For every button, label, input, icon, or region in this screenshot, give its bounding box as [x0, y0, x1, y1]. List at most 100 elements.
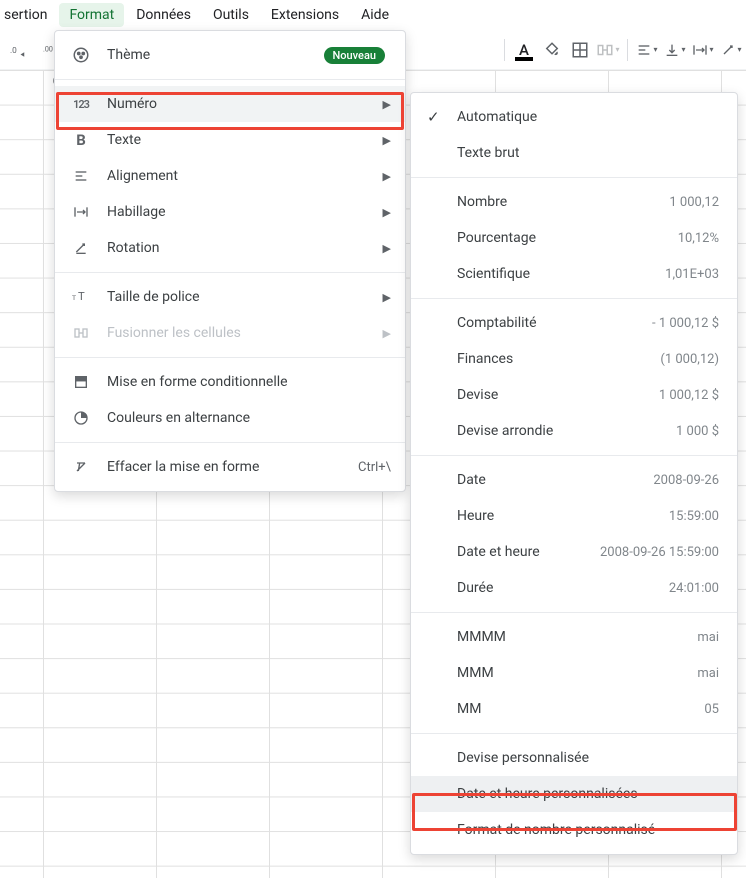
num-item-nombre[interactable]: Nombre 1 000,12: [411, 184, 737, 220]
menu-item-alternating-colors[interactable]: Couleurs en alternance: [55, 400, 405, 436]
menu-item-label: Habillage: [107, 204, 383, 220]
num-item-date[interactable]: Date 2008-09-26: [411, 462, 737, 498]
clear-format-icon: [71, 457, 91, 477]
menu-item-label: Effacer la mise en forme: [107, 459, 358, 475]
bold-icon: B: [71, 130, 91, 150]
menu-separator: [55, 357, 405, 358]
num-item-mmm[interactable]: MMM mai: [411, 655, 737, 691]
menu-item-label: Devise arrondie: [457, 423, 676, 439]
menu-item-numero[interactable]: 123 Numéro ▶: [55, 86, 405, 122]
num-item-date-heure[interactable]: Date et heure 2008-09-26 15:59:00: [411, 534, 737, 570]
menubar: sertion Format Données Outils Extensions…: [0, 0, 746, 30]
menu-item-conditional-format[interactable]: Mise en forme conditionnelle: [55, 364, 405, 400]
menu-outils[interactable]: Outils: [203, 3, 259, 27]
menu-item-label: Texte: [107, 132, 383, 148]
menu-separator: [55, 442, 405, 443]
menu-item-label: Fusionner les cellules: [107, 325, 383, 341]
theme-icon: [71, 45, 91, 65]
num-item-automatique[interactable]: ✓ Automatique: [411, 99, 737, 135]
menu-separator: [411, 455, 737, 456]
num-item-devise-arrondie[interactable]: Devise arrondie 1 000 $: [411, 413, 737, 449]
menu-item-habillage[interactable]: Habillage ▶: [55, 194, 405, 230]
menu-item-label: Scientifique: [457, 266, 665, 282]
num-item-comptabilite[interactable]: Comptabilité - 1 000,12 $: [411, 305, 737, 341]
format-example: 2008-09-26: [653, 473, 719, 488]
num-item-devise-perso[interactable]: Devise personnalisée: [411, 740, 737, 776]
format-example: 15:59:00: [669, 509, 719, 524]
menu-donnees[interactable]: Données: [126, 3, 201, 27]
text-color-button[interactable]: A: [511, 37, 537, 63]
svg-text:.0: .0: [10, 46, 17, 56]
alternating-colors-icon: [71, 408, 91, 428]
chevron-right-icon: ▶: [383, 327, 391, 340]
menu-item-label: Thème: [107, 47, 324, 63]
text-rotation-button[interactable]: ▾: [718, 37, 744, 63]
svg-text:.00: .00: [43, 44, 53, 53]
format-example: 10,12%: [678, 231, 719, 246]
menu-item-label: Date et heure: [457, 544, 600, 560]
num-item-finances[interactable]: Finances (1 000,12): [411, 341, 737, 377]
fill-color-button[interactable]: [539, 37, 565, 63]
menu-item-label: MMMM: [457, 629, 697, 645]
menu-item-taille-police[interactable]: TT Taille de police ▶: [55, 279, 405, 315]
menu-format[interactable]: Format: [59, 3, 124, 27]
menu-item-fusionner: Fusionner les cellules ▶: [55, 315, 405, 351]
number-format-submenu: ✓ Automatique Texte brut Nombre 1 000,12…: [410, 92, 738, 855]
num-item-heure[interactable]: Heure 15:59:00: [411, 498, 737, 534]
text-wrap-button[interactable]: ▾: [690, 37, 716, 63]
menu-item-label: Numéro: [107, 96, 383, 112]
num-item-mm[interactable]: MM 05: [411, 691, 737, 727]
num-item-scientifique[interactable]: Scientifique 1,01E+03: [411, 256, 737, 292]
menu-item-label: Devise: [457, 387, 659, 403]
menu-item-label: Finances: [457, 351, 660, 367]
rotation-icon: [71, 238, 91, 258]
num-item-date-heure-perso[interactable]: Date et heure personnalisées: [411, 776, 737, 812]
menu-item-rotation[interactable]: Rotation ▶: [55, 230, 405, 266]
menu-item-label: Taille de police: [107, 289, 383, 305]
menu-item-label: MMM: [457, 665, 697, 681]
menu-separator: [411, 612, 737, 613]
shortcut-text: Ctrl+\: [358, 460, 391, 475]
menu-item-texte[interactable]: B Texte ▶: [55, 122, 405, 158]
chevron-right-icon: ▶: [383, 206, 391, 219]
chevron-right-icon: ▶: [383, 242, 391, 255]
vertical-align-button[interactable]: ▾: [662, 37, 688, 63]
num-item-devise[interactable]: Devise 1 000,12 $: [411, 377, 737, 413]
num-item-pourcentage[interactable]: Pourcentage 10,12%: [411, 220, 737, 256]
menu-item-theme[interactable]: Thème Nouveau: [55, 37, 405, 73]
num-item-nombre-perso[interactable]: Format de nombre personnalisé: [411, 812, 737, 848]
separator: [627, 39, 628, 61]
menu-insertion[interactable]: sertion: [4, 3, 57, 27]
horizontal-align-button[interactable]: ▾: [634, 37, 660, 63]
menu-extensions[interactable]: Extensions: [261, 3, 349, 27]
menu-separator: [55, 272, 405, 273]
borders-button[interactable]: [567, 37, 593, 63]
menu-separator: [411, 177, 737, 178]
svg-text:T: T: [78, 290, 85, 303]
num-item-duree[interactable]: Durée 24:01:00: [411, 570, 737, 606]
merge-icon: [71, 323, 91, 343]
menu-item-label: Rotation: [107, 240, 383, 256]
menu-item-label: Heure: [457, 508, 669, 524]
menu-separator: [411, 733, 737, 734]
menu-item-label: Automatique: [457, 109, 719, 125]
menu-aide[interactable]: Aide: [351, 3, 399, 27]
format-example: 05: [704, 702, 719, 717]
menu-item-clear-format[interactable]: Effacer la mise en forme Ctrl+\: [55, 449, 405, 485]
menu-item-label: Format de nombre personnalisé: [457, 822, 719, 838]
format-menu: Thème Nouveau 123 Numéro ▶ B Texte ▶ Ali…: [54, 30, 406, 492]
check-icon: ✓: [427, 108, 440, 126]
merge-cells-button[interactable]: ▾: [595, 37, 621, 63]
menu-item-alignement[interactable]: Alignement ▶: [55, 158, 405, 194]
font-size-icon: TT: [71, 287, 91, 307]
format-example: 1 000,12: [669, 195, 719, 210]
decrease-decimal-button[interactable]: .0: [6, 37, 32, 63]
num-item-mmmm[interactable]: MMMM mai: [411, 619, 737, 655]
format-example: mai: [697, 630, 719, 645]
wrap-icon: [71, 202, 91, 222]
num-item-texte-brut[interactable]: Texte brut: [411, 135, 737, 171]
format-example: mai: [697, 666, 719, 681]
format-example: 1 000,12 $: [659, 388, 719, 403]
menu-item-label: Alignement: [107, 168, 383, 184]
svg-text:T: T: [72, 294, 76, 302]
